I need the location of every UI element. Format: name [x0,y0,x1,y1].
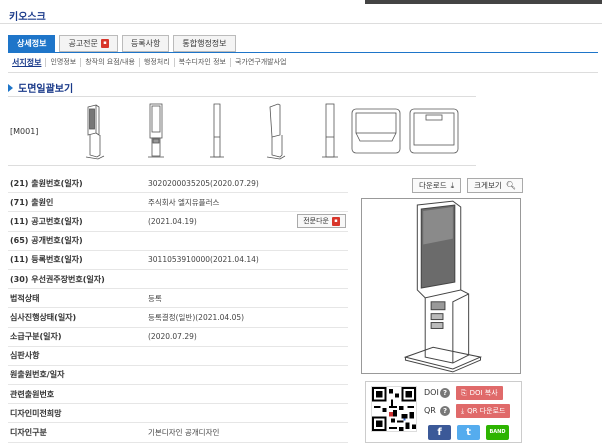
row-label: 관련출원번호 [10,389,55,399]
tab-label: 통합행정정보 [182,39,227,48]
subtab-persons[interactable]: 인명정보 [46,58,82,67]
row-value: 기본디자인 공개디자인 [148,428,220,438]
table-row: 소급구분(일자) (2020.07.29) [8,328,348,347]
tabs-divider [8,52,598,53]
rear-icon[interactable] [250,101,302,161]
row-label: 소급구분(일자) [10,332,62,342]
perspective-icon[interactable] [66,101,118,161]
subtab-national-rnd[interactable]: 국가연구개발사업 [231,58,291,67]
fulltext-download-button[interactable]: 전문다운 ▪ [297,214,346,229]
subtab-creation-points[interactable]: 창작의 요점/내용 [81,58,140,67]
design-preview-image[interactable] [361,198,521,374]
tab-announcement[interactable]: 공고전문 ▪ [59,35,118,52]
button-label: DOI 복사 [469,389,498,397]
row-label: (11) 공고번호(일자) [10,216,83,226]
pdf-icon: ▪ [100,39,109,48]
bottom-icon[interactable] [408,101,460,161]
tab-detail[interactable]: 상세정보 [8,35,56,52]
main-tabs: 상세정보 공고전문 ▪ 등록사항 통합행정정보 [8,35,236,52]
drawings-heading-text: 도면일괄보기 [18,84,74,95]
tab-registration[interactable]: 등록사항 [121,35,170,52]
side-left-icon[interactable] [304,101,356,161]
table-row: 심사진행상태(일자) 등록결정(일반)(2021.04.05) [8,308,348,328]
image-actions: 다운로드 ⤓ 크게보기 🔍︎ [412,178,523,193]
subtab-multiple-design[interactable]: 복수디자인 정보 [175,58,231,67]
row-value: (2021.04.19) [148,216,197,226]
row-label: (21) 출원번호(일자) [10,178,83,188]
subtab-bibliographic[interactable]: 서지정보 [12,58,47,67]
subtab-admin-process[interactable]: 행정처리 [140,58,175,67]
front-icon[interactable] [130,101,182,161]
row-value: 등록결정(일반)(2021.04.05) [148,312,245,322]
bibliographic-table: (21) 출원번호(일자) 3020200035205(2020.07.29) (… [8,174,348,443]
help-icon[interactable]: ? [440,388,450,398]
row-label: (71) 출원인 [10,197,54,207]
table-row: (30) 우선권주장번호(일자) [8,270,348,290]
row-label: 심사진행상태(일자) [10,312,77,322]
table-row: 법적상태 등록 [8,289,348,309]
table-row: (71) 출원인 주식회사 엘지유플러스 [8,193,348,213]
table-row: 원출원번호/일자 [8,366,348,386]
row-label: (11) 등록번호(일자) [10,255,83,265]
row-value: (2020.07.29) [148,332,197,342]
magnifier-icon: 🔍︎ [505,181,516,190]
drawings-heading: 도면일괄보기 [8,80,73,95]
download-icon: ⤓ [450,180,455,190]
table-row: 디자인구분 기본디자인 공개디자인 [8,423,348,443]
doi-copy-button[interactable]: ⎘ DOI 복사 [456,386,503,400]
arrow-right-icon [8,83,13,92]
row-label: 디자인미전희망 [10,408,62,418]
tab-admin-info[interactable]: 통합행정정보 [173,35,236,52]
twitter-share-button[interactable]: t [457,425,480,440]
row-label: 원출원번호/일자 [10,370,65,380]
tab-label: 공고전문 [68,39,98,48]
zoom-button[interactable]: 크게보기 🔍︎ [467,178,523,193]
tab-label: 등록사항 [130,39,161,48]
button-label: 전문다운 [303,217,329,226]
qr-code-image [371,386,417,432]
download-icon: ⤓ [461,406,465,415]
drawing-strip: [M001] [8,96,476,166]
pdf-icon: ▪ [332,216,340,226]
table-row: (65) 공개번호(일자) [8,232,348,251]
side-icon[interactable] [192,101,244,161]
row-label: 심판사항 [10,351,40,361]
title-divider [0,23,602,24]
page-title: 키오스크 [9,12,46,23]
download-button[interactable]: 다운로드 ⤓ [412,178,462,193]
top-icon[interactable] [350,101,402,161]
button-label: 크게보기 [474,181,502,190]
row-value: 3020200035205(2020.07.29) [148,178,259,188]
facebook-share-button[interactable]: f [428,425,451,440]
top-bar-strip [365,0,602,4]
doi-panel: DOI ? ⎘ DOI 복사 QR ? ⤓ QR 다운로드 f t BAND [365,381,522,443]
doi-label: DOI [424,388,439,397]
table-row: 심판사항 [8,347,348,366]
row-label: 디자인구분 [10,428,47,438]
table-row: (21) 출원번호(일자) 3020200035205(2020.07.29) [8,174,348,194]
help-icon[interactable]: ? [440,406,450,416]
row-label: (30) 우선권주장번호(일자) [10,274,105,284]
table-row: 관련출원번호 [8,385,348,405]
subtabs-divider [8,72,598,73]
row-value: 3011053910000(2021.04.14) [148,255,259,265]
button-label: QR 다운로드 [467,407,506,415]
table-row: (11) 공고번호(일자) (2021.04.19) 전문다운 ▪ [8,212,348,232]
table-row: 디자인미전희망 [8,404,348,424]
row-value: 등록 [148,293,162,303]
link-icon: ⎘ [461,388,467,397]
button-label: 다운로드 [419,181,447,190]
qr-label: QR [424,406,436,415]
tab-label: 상세정보 [17,39,47,48]
qr-download-button[interactable]: ⤓ QR 다운로드 [456,404,511,418]
row-label: (65) 공개번호(일자) [10,236,83,246]
sub-tabs: 서지정보 인명정보 창작의 요점/내용 행정처리 복수디자인 정보 국가연구개발… [12,58,291,67]
drawing-code: [M001] [10,127,39,136]
table-row: (11) 등록번호(일자) 3011053910000(2021.04.14) [8,251,348,270]
row-label: 법적상태 [10,293,40,303]
band-share-button[interactable]: BAND [486,425,509,440]
row-value: 주식회사 엘지유플러스 [148,197,220,207]
